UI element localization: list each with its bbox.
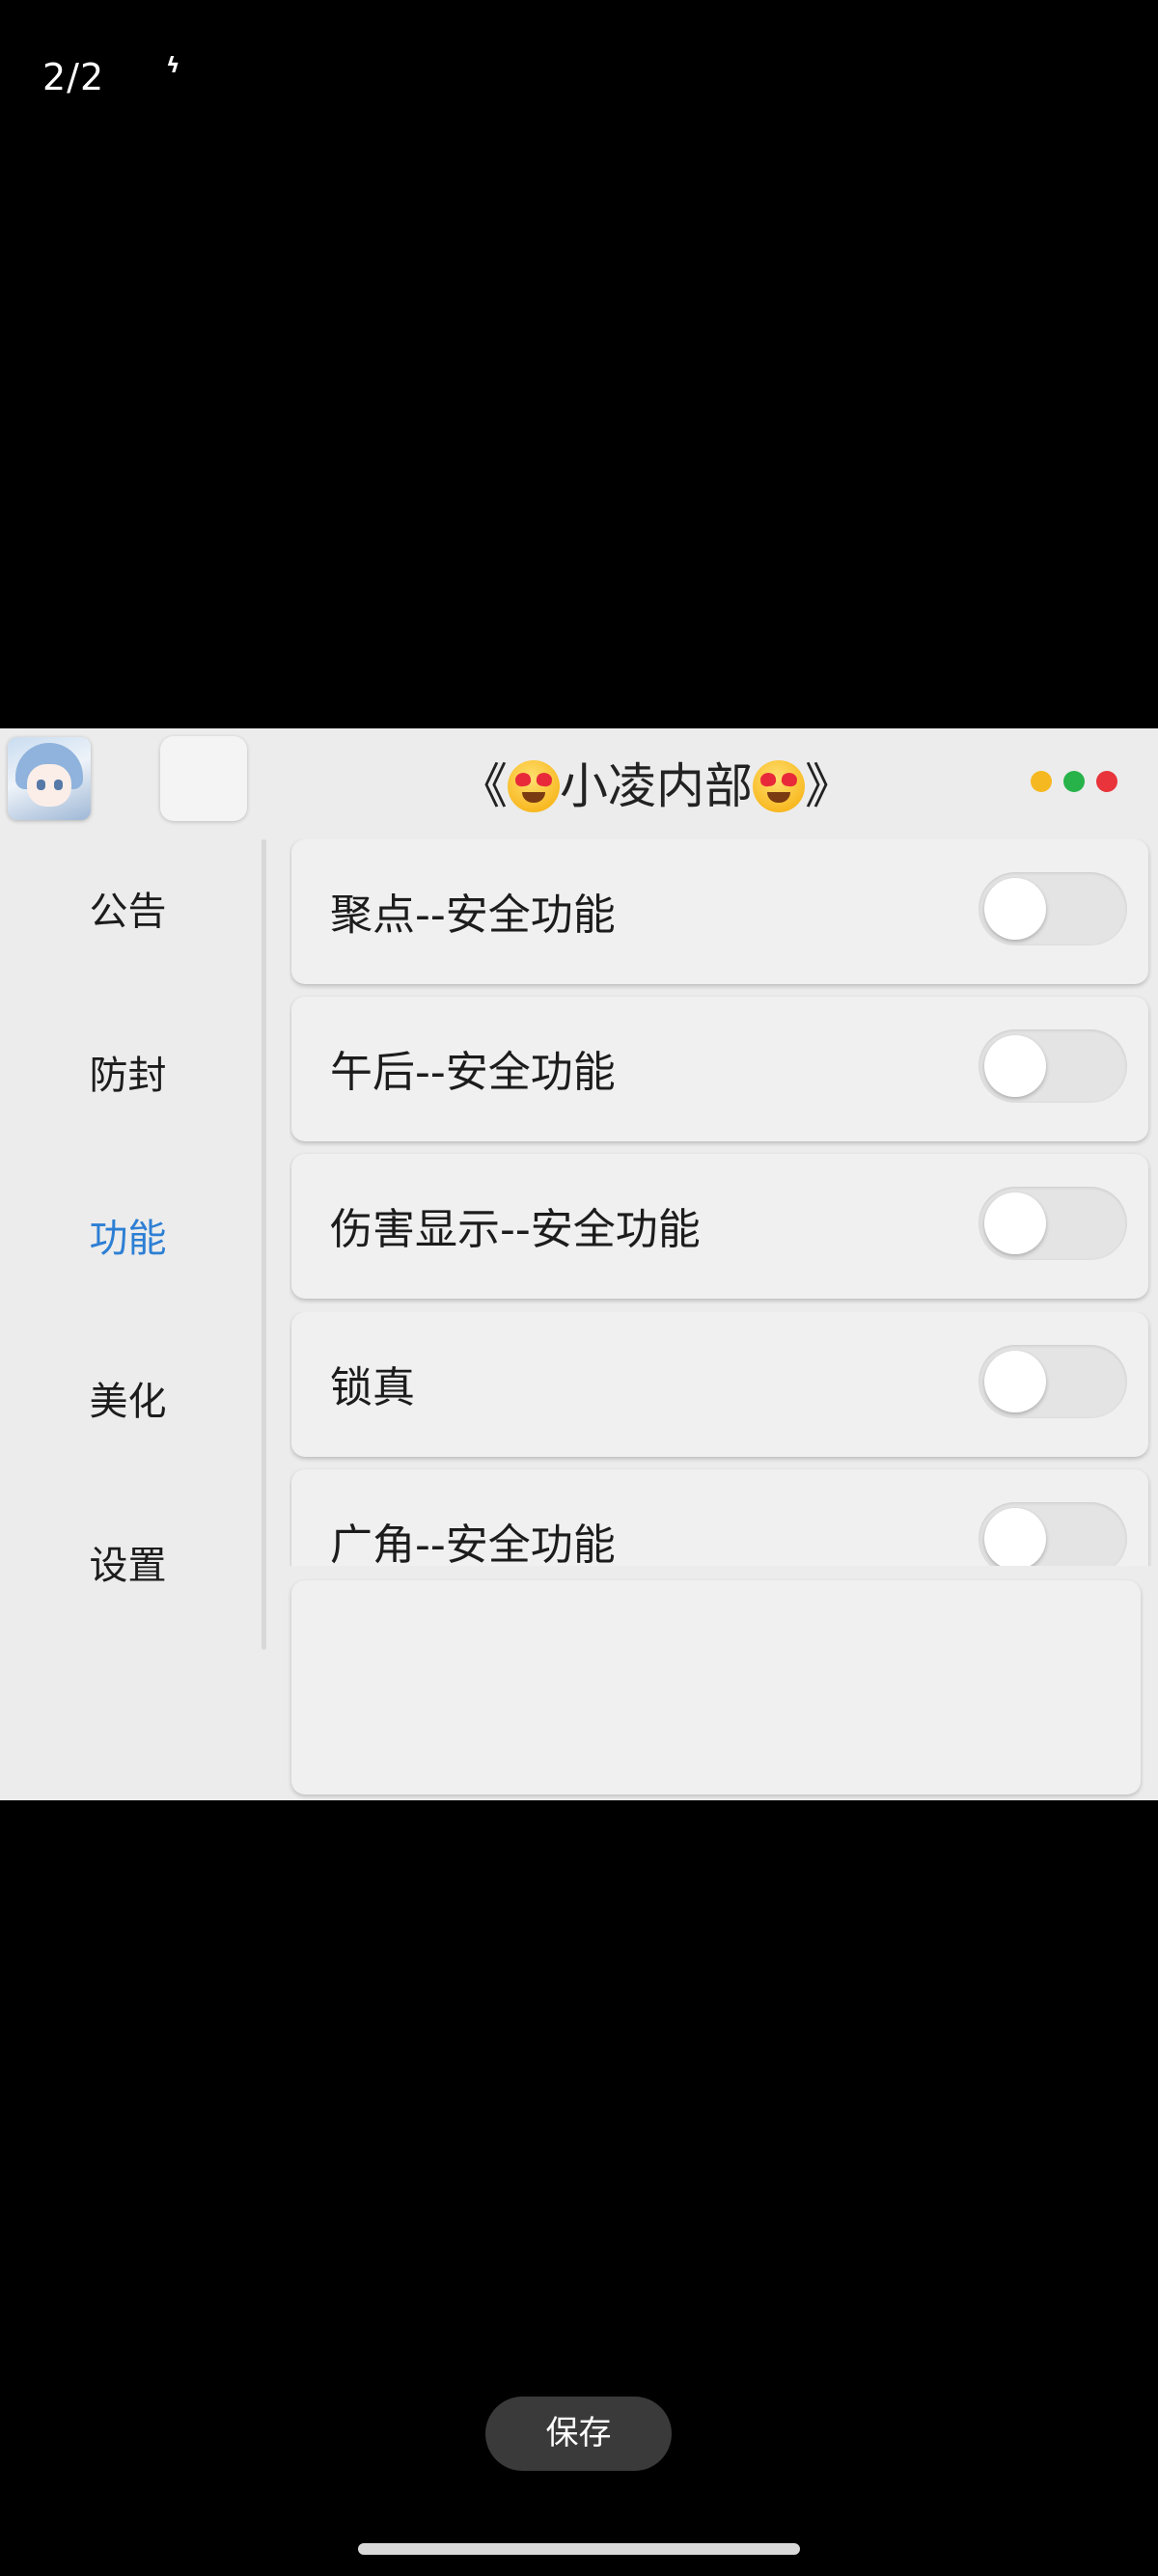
feature-toggle[interactable] <box>979 1029 1127 1103</box>
app-title: 《小凌内部》 <box>290 748 1023 817</box>
lightning-icon: ϟ <box>166 54 180 78</box>
feature-card: 伤害显示--安全功能 <box>291 1154 1148 1299</box>
feature-label: 锁真 <box>330 1363 415 1412</box>
feature-list: 聚点--安全功能 午后--安全功能 伤害显示--安全功能 <box>290 839 1153 1322</box>
feature-list-lower: 锁真 广角--安全功能 <box>290 1312 1153 1566</box>
feature-card: 聚点--安全功能 <box>291 839 1148 984</box>
feature-toggle[interactable] <box>979 1502 1127 1566</box>
title-suffix: 》 <box>805 758 853 814</box>
feature-card: 广角--安全功能 <box>291 1469 1148 1566</box>
feature-label: 伤害显示--安全功能 <box>330 1205 701 1254</box>
close-dot-icon[interactable] <box>1096 771 1117 792</box>
feature-card: 锁真 <box>291 1312 1148 1457</box>
feature-label: 广角--安全功能 <box>330 1521 616 1566</box>
avatar[interactable] <box>8 737 91 820</box>
info-box <box>291 1580 1141 1795</box>
toggle-knob <box>984 1035 1046 1097</box>
sidebar: 公告 防封 功能 美化 设置 <box>0 839 262 1795</box>
toggle-knob <box>984 878 1046 940</box>
toggle-knob <box>984 1192 1046 1254</box>
sidebar-scrollbar[interactable] <box>262 839 266 1650</box>
blank-button[interactable] <box>160 736 247 821</box>
feature-card: 午后--安全功能 <box>291 997 1148 1141</box>
sidebar-item-anti-ban[interactable]: 防封 <box>0 1044 256 1100</box>
sidebar-item-announcement[interactable]: 公告 <box>0 880 256 936</box>
window-controls <box>1031 771 1117 792</box>
avatar-face <box>27 764 71 807</box>
feature-label: 聚点--安全功能 <box>330 891 616 940</box>
avatar-eye-left <box>37 780 45 790</box>
page-counter: 2/2 <box>42 56 105 98</box>
heart-eyes-icon <box>753 760 805 812</box>
toggle-knob <box>984 1351 1046 1412</box>
screenshot-panel: 《小凌内部》 公告 防封 功能 美化 设置 聚点--安全功能 午后--安全功能 <box>0 728 1158 1800</box>
heart-eyes-icon <box>508 760 560 812</box>
title-prefix: 《 <box>459 758 508 814</box>
home-indicator[interactable] <box>358 2543 800 2555</box>
maximize-dot-icon[interactable] <box>1063 771 1085 792</box>
sidebar-item-beautify[interactable]: 美化 <box>0 1370 256 1426</box>
sidebar-item-features[interactable]: 功能 <box>0 1207 256 1263</box>
feature-toggle[interactable] <box>979 1187 1127 1260</box>
title-text: 小凌内部 <box>560 758 753 814</box>
feature-toggle[interactable] <box>979 872 1127 945</box>
toggle-knob <box>984 1508 1046 1566</box>
image-viewer: 2/2 ϟ 《小凌内部》 公告 防封 功能 美化 设置 聚点--安全功能 午后-… <box>0 0 1158 2576</box>
minimize-dot-icon[interactable] <box>1031 771 1052 792</box>
sidebar-item-settings[interactable]: 设置 <box>0 1534 256 1590</box>
save-button[interactable]: 保存 <box>485 2397 672 2471</box>
feature-toggle[interactable] <box>979 1345 1127 1418</box>
avatar-eye-right <box>54 780 63 790</box>
feature-label: 午后--安全功能 <box>330 1048 616 1097</box>
